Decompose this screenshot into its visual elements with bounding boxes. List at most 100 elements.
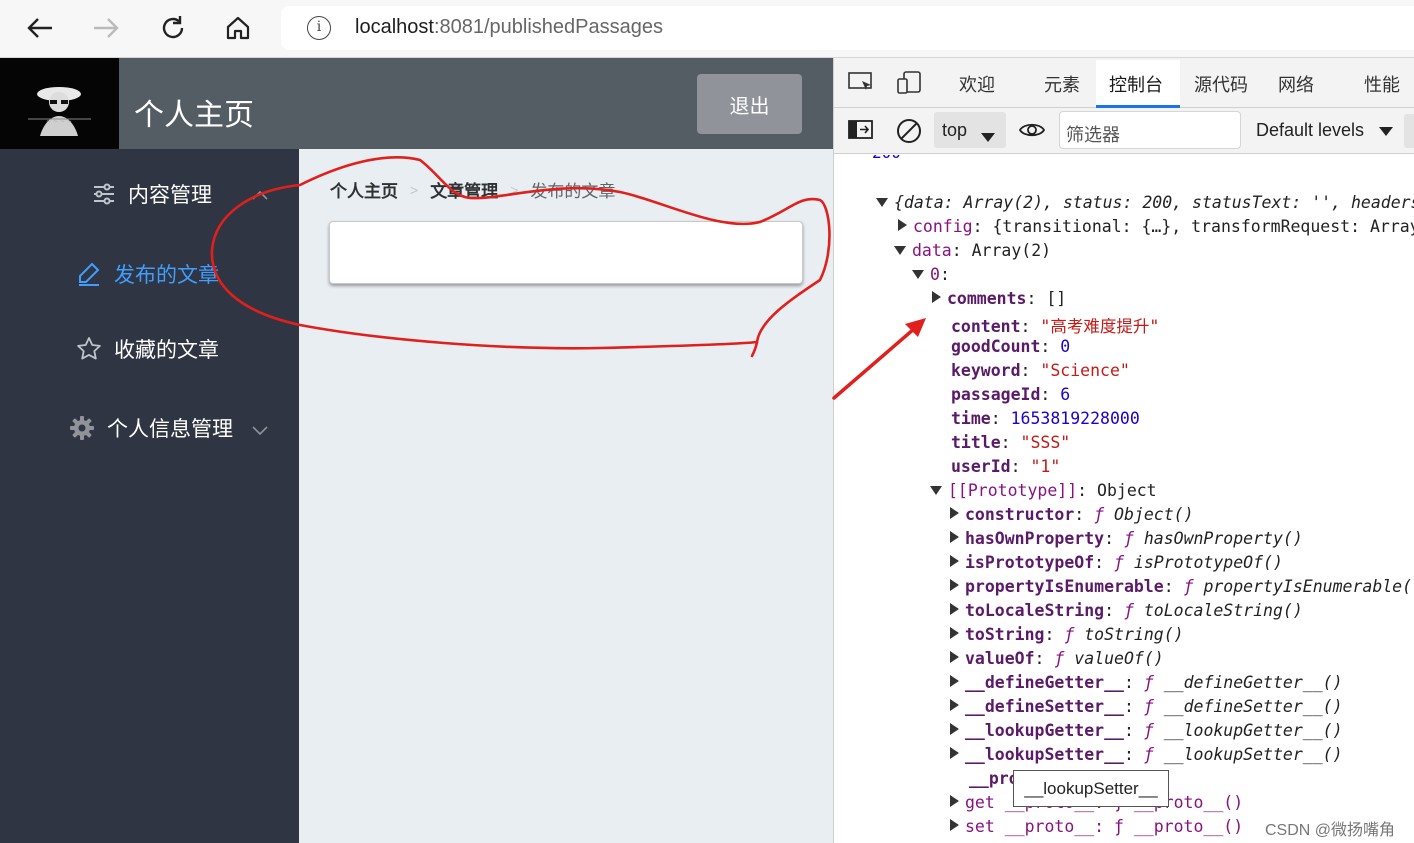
reload-icon bbox=[162, 16, 184, 39]
sidebar-item-label: 收藏的文章 bbox=[114, 339, 219, 362]
home-button[interactable] bbox=[220, 10, 256, 46]
console-row-data[interactable]: data: Array(2) bbox=[894, 241, 1051, 260]
inspect-element-icon[interactable] bbox=[848, 72, 874, 98]
proto-method-value: __lookupSetter__() bbox=[1163, 745, 1343, 764]
proto-method-row[interactable]: valueOf: ƒ valueOf() bbox=[950, 649, 1164, 668]
proto-method-value: __defineSetter__() bbox=[1163, 697, 1343, 716]
userid-value: "1" bbox=[1030, 457, 1061, 476]
clear-console-icon[interactable] bbox=[896, 118, 922, 148]
console-response-object[interactable]: {data: Array(2), status: 200, statusText… bbox=[876, 193, 1414, 212]
sidebar: 内容管理 发布的文章 收藏的文章 个人信息管理 bbox=[0, 149, 299, 843]
proto-method-name: toLocaleString bbox=[965, 601, 1105, 620]
url-text: localhost:8081/publishedPassages bbox=[355, 16, 663, 38]
context-select-value: top bbox=[942, 120, 968, 140]
function-icon: ƒ bbox=[1064, 625, 1085, 644]
proto-method-name: hasOwnProperty bbox=[965, 529, 1105, 548]
star-icon bbox=[76, 336, 102, 362]
console-row-comments[interactable]: comments: [] bbox=[932, 289, 1066, 308]
edit-icon bbox=[76, 261, 102, 287]
back-button[interactable] bbox=[22, 10, 58, 46]
avatar-logo: ~ ~ ~ ~ bbox=[0, 58, 119, 149]
proto-method-row[interactable]: toString: ƒ toString() bbox=[950, 625, 1184, 644]
console-partial-line: 200 bbox=[872, 155, 901, 162]
tab-console[interactable]: 控制台 bbox=[1109, 71, 1163, 97]
proto-method-row[interactable]: toLocaleString: ƒ toLocaleString() bbox=[950, 601, 1303, 620]
function-icon: ƒ bbox=[1143, 697, 1164, 716]
proto-method-row[interactable]: isPrototypeOf: ƒ isPrototypeOf() bbox=[950, 553, 1283, 572]
app-header: ~ ~ ~ ~ 个人主页 退出 bbox=[0, 58, 833, 149]
proto-method-name: valueOf bbox=[965, 649, 1035, 668]
console-row-proto-partial: __pro bbox=[969, 769, 1019, 788]
context-select[interactable]: top bbox=[934, 112, 1006, 148]
data-summary: Array(2) bbox=[971, 241, 1052, 260]
proto-method-row[interactable]: constructor: ƒ Object() bbox=[950, 505, 1194, 524]
console-row-passageid: passageId: 6 bbox=[951, 385, 1071, 404]
sidebar-item-favorites[interactable]: 收藏的文章 bbox=[76, 334, 219, 364]
device-toolbar-icon[interactable] bbox=[896, 71, 922, 99]
function-icon: ƒ bbox=[1114, 553, 1134, 572]
live-expression-eye-icon[interactable] bbox=[1018, 120, 1046, 144]
sidebar-toggle-icon[interactable] bbox=[848, 120, 874, 144]
function-icon: ƒ bbox=[1143, 745, 1164, 764]
chevron-down-icon bbox=[252, 421, 268, 440]
proto-method-row[interactable]: __lookupSetter__: ƒ __lookupSetter__() bbox=[950, 745, 1343, 764]
sidebar-item-profile[interactable]: 个人信息管理 bbox=[69, 413, 233, 443]
forward-arrow-icon bbox=[94, 18, 119, 38]
console-filter-input[interactable]: 筛选器 bbox=[1059, 111, 1241, 149]
console-toolbar: top 筛选器 Default levels bbox=[834, 108, 1414, 154]
proto-method-row[interactable]: __defineGetter__: ƒ __defineGetter__() bbox=[950, 673, 1343, 692]
title-value: "SSS" bbox=[1020, 433, 1071, 452]
console-row-prototype[interactable]: [[Prototype]]: Object bbox=[930, 481, 1157, 500]
proto-method-value: __defineGetter__() bbox=[1163, 673, 1343, 692]
proto-method-value: valueOf() bbox=[1074, 649, 1164, 668]
console-row-item-0[interactable]: 0: bbox=[912, 265, 950, 284]
breadcrumb-item-article-mgmt[interactable]: 文章管理 bbox=[430, 177, 498, 202]
address-bar[interactable]: i localhost:8081/publishedPassages bbox=[281, 6, 1414, 50]
tab-network[interactable]: 网络 bbox=[1278, 71, 1314, 97]
log-levels-dropdown[interactable]: Default levels bbox=[1256, 120, 1394, 141]
forward-button[interactable] bbox=[88, 10, 124, 46]
console-row-time: time: 1653819228000 bbox=[951, 409, 1140, 428]
proto-method-name: __lookupSetter__ bbox=[965, 745, 1124, 764]
main-content: 个人主页 > 文章管理 > 发布的文章 bbox=[299, 149, 833, 843]
proto-method-value: toString() bbox=[1084, 625, 1184, 644]
proto-method-name: propertyIsEnumerable bbox=[965, 577, 1164, 596]
site-info-icon[interactable]: i bbox=[307, 16, 331, 40]
logout-button[interactable]: 退出 bbox=[697, 74, 802, 134]
proto-method-name: constructor bbox=[965, 505, 1075, 524]
sidebar-item-published[interactable]: 发布的文章 bbox=[76, 259, 219, 289]
proto-method-row[interactable]: propertyIsEnumerable: ƒ propertyIsEnumer… bbox=[950, 577, 1412, 596]
chevron-up-icon bbox=[252, 185, 268, 204]
reload-button[interactable] bbox=[155, 10, 191, 46]
console-row-set-proto[interactable]: set __proto__: ƒ __proto__() bbox=[950, 817, 1243, 836]
proto-method-name: __defineSetter__ bbox=[965, 697, 1124, 716]
set-proto-label: set __proto__: ƒ __proto__() bbox=[965, 817, 1244, 836]
proto-method-row[interactable]: __lookupGetter__: ƒ __lookupGetter__() bbox=[950, 721, 1343, 740]
tab-welcome[interactable]: 欢迎 bbox=[959, 71, 995, 97]
log-levels-label: Default levels bbox=[1256, 120, 1365, 140]
time-value: 1653819228000 bbox=[1010, 409, 1140, 428]
breadcrumb-separator-icon: > bbox=[410, 181, 419, 198]
sidebar-item-content-management[interactable]: 内容管理 bbox=[92, 179, 212, 209]
tab-elements[interactable]: 元素 bbox=[1044, 71, 1080, 97]
proto-method-row[interactable]: hasOwnProperty: ƒ hasOwnProperty() bbox=[950, 529, 1303, 548]
dropdown-caret-icon bbox=[981, 126, 995, 147]
issues-button[interactable] bbox=[1404, 114, 1414, 148]
console-row-userid: userId: "1" bbox=[951, 457, 1061, 476]
proto-method-name: __defineGetter__ bbox=[965, 673, 1124, 692]
proto-method-row[interactable]: __defineSetter__: ƒ __defineSetter__() bbox=[950, 697, 1343, 716]
console-row-config[interactable]: config: {transitional: {…}, transformReq… bbox=[898, 217, 1414, 236]
function-icon: ƒ bbox=[1123, 601, 1144, 620]
proto-method-value: __lookupGetter__() bbox=[1163, 721, 1343, 740]
home-icon bbox=[226, 16, 250, 40]
gear-icon bbox=[69, 415, 95, 441]
comments-value: [] bbox=[1046, 289, 1067, 308]
watermark: CSDN @微扬嘴角 bbox=[1265, 822, 1396, 839]
config-summary: {transitional: {…}, transformRequest: Ar… bbox=[992, 217, 1414, 236]
tab-sources[interactable]: 源代码 bbox=[1194, 71, 1248, 97]
tab-performance[interactable]: 性能 bbox=[1364, 71, 1400, 97]
function-icon: ƒ bbox=[1094, 505, 1115, 524]
breadcrumb-item-home[interactable]: 个人主页 bbox=[330, 177, 398, 202]
breadcrumb: 个人主页 > 文章管理 > 发布的文章 bbox=[330, 177, 615, 202]
sliders-icon bbox=[92, 183, 116, 205]
